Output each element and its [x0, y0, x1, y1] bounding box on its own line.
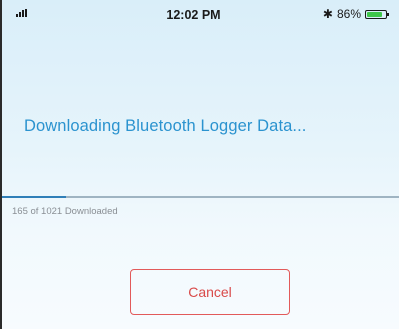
download-progress-text: 165 of 1021 Downloaded — [12, 206, 118, 217]
download-progress-bar — [2, 196, 399, 198]
download-screen: 12:02 PM ✱ 86% Downloading Bluetooth Log… — [0, 0, 399, 329]
download-progress-fill — [2, 196, 67, 198]
status-time: 12:02 PM — [166, 8, 221, 22]
battery-level-fill — [367, 11, 383, 17]
cancel-button[interactable]: Cancel — [130, 269, 290, 315]
battery-icon — [365, 9, 389, 19]
status-bar: 12:02 PM ✱ 86% — [2, 0, 399, 30]
download-title: Downloading Bluetooth Logger Data... — [24, 117, 307, 135]
